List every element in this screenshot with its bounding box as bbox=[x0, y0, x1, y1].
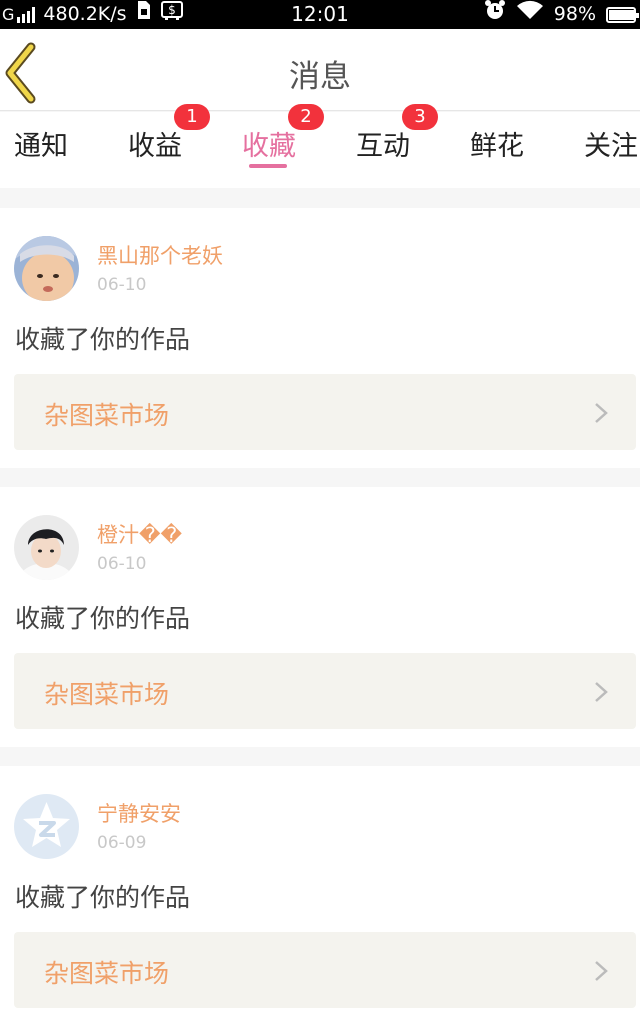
boy-portrait-avatar bbox=[14, 515, 79, 580]
avatar[interactable] bbox=[14, 236, 79, 301]
timestamp: 06-09 bbox=[97, 833, 147, 853]
activity-text: 收藏了你的作品 bbox=[15, 604, 191, 633]
status-bar: G 480.2K/s $ 12:01 98% bbox=[0, 0, 640, 29]
tab-following[interactable]: 关注 bbox=[584, 124, 638, 163]
sim-icon bbox=[137, 0, 151, 29]
page-title: 消息 bbox=[289, 59, 351, 95]
list-item: 橙汁�� 06-10 收藏了你的作品 杂图菜市场 bbox=[0, 487, 640, 747]
qzone-default-icon bbox=[14, 794, 79, 859]
list-item: 黑山那个老妖 06-10 收藏了你的作品 杂图菜市场 bbox=[0, 208, 640, 468]
album-link[interactable]: 杂图菜市场 bbox=[14, 653, 636, 729]
tab-flowers[interactable]: 鲜花 bbox=[470, 124, 524, 163]
chevron-right-icon bbox=[595, 961, 608, 981]
album-name: 杂图菜市场 bbox=[44, 680, 170, 709]
album-name: 杂图菜市场 bbox=[44, 959, 170, 988]
username[interactable]: 黑山那个老妖 bbox=[97, 240, 223, 270]
tab-earnings-badge: 1 bbox=[174, 104, 210, 130]
tab-interactions-badge: 3 bbox=[402, 104, 438, 130]
avatar[interactable] bbox=[14, 515, 79, 580]
activity-text: 收藏了你的作品 bbox=[15, 325, 191, 354]
network-type: G bbox=[2, 5, 15, 24]
battery-icon bbox=[606, 6, 639, 23]
signal-icon bbox=[17, 6, 36, 23]
timestamp: 06-10 bbox=[97, 554, 147, 574]
active-tab-indicator bbox=[249, 164, 287, 168]
username[interactable]: 橙汁�� bbox=[97, 519, 182, 549]
chevron-right-icon bbox=[595, 403, 608, 423]
child-photo-avatar bbox=[14, 236, 79, 301]
album-name: 杂图菜市场 bbox=[44, 401, 170, 430]
tab-favorites[interactable]: 收藏 bbox=[242, 124, 296, 163]
tab-favorites-badge: 2 bbox=[288, 104, 324, 130]
svg-text:$: $ bbox=[168, 3, 176, 17]
alarm-icon bbox=[484, 0, 506, 30]
battery-percent: 98% bbox=[553, 3, 596, 25]
timestamp: 06-10 bbox=[97, 275, 147, 295]
album-link[interactable]: 杂图菜市场 bbox=[14, 374, 636, 450]
avatar[interactable] bbox=[14, 794, 79, 859]
username[interactable]: 宁静安安 bbox=[97, 798, 181, 828]
wifi-icon bbox=[516, 0, 544, 29]
chevron-right-icon bbox=[595, 682, 608, 702]
list-item: 宁静安安 06-09 收藏了你的作品 杂图菜市场 bbox=[0, 766, 640, 1020]
tab-notifications[interactable]: 通知 bbox=[14, 124, 68, 163]
header: 消息 bbox=[0, 29, 640, 111]
shop-icon: $ bbox=[160, 0, 183, 29]
tab-earnings[interactable]: 收益 bbox=[128, 124, 182, 163]
album-link[interactable]: 杂图菜市场 bbox=[14, 932, 636, 1008]
network-speed: 480.2K/s bbox=[43, 3, 127, 25]
activity-text: 收藏了你的作品 bbox=[15, 883, 191, 912]
tab-interactions[interactable]: 互动 bbox=[356, 124, 410, 163]
tab-bar: 通知 收益 1 收藏 2 互动 3 鲜花 关注 bbox=[0, 104, 640, 188]
